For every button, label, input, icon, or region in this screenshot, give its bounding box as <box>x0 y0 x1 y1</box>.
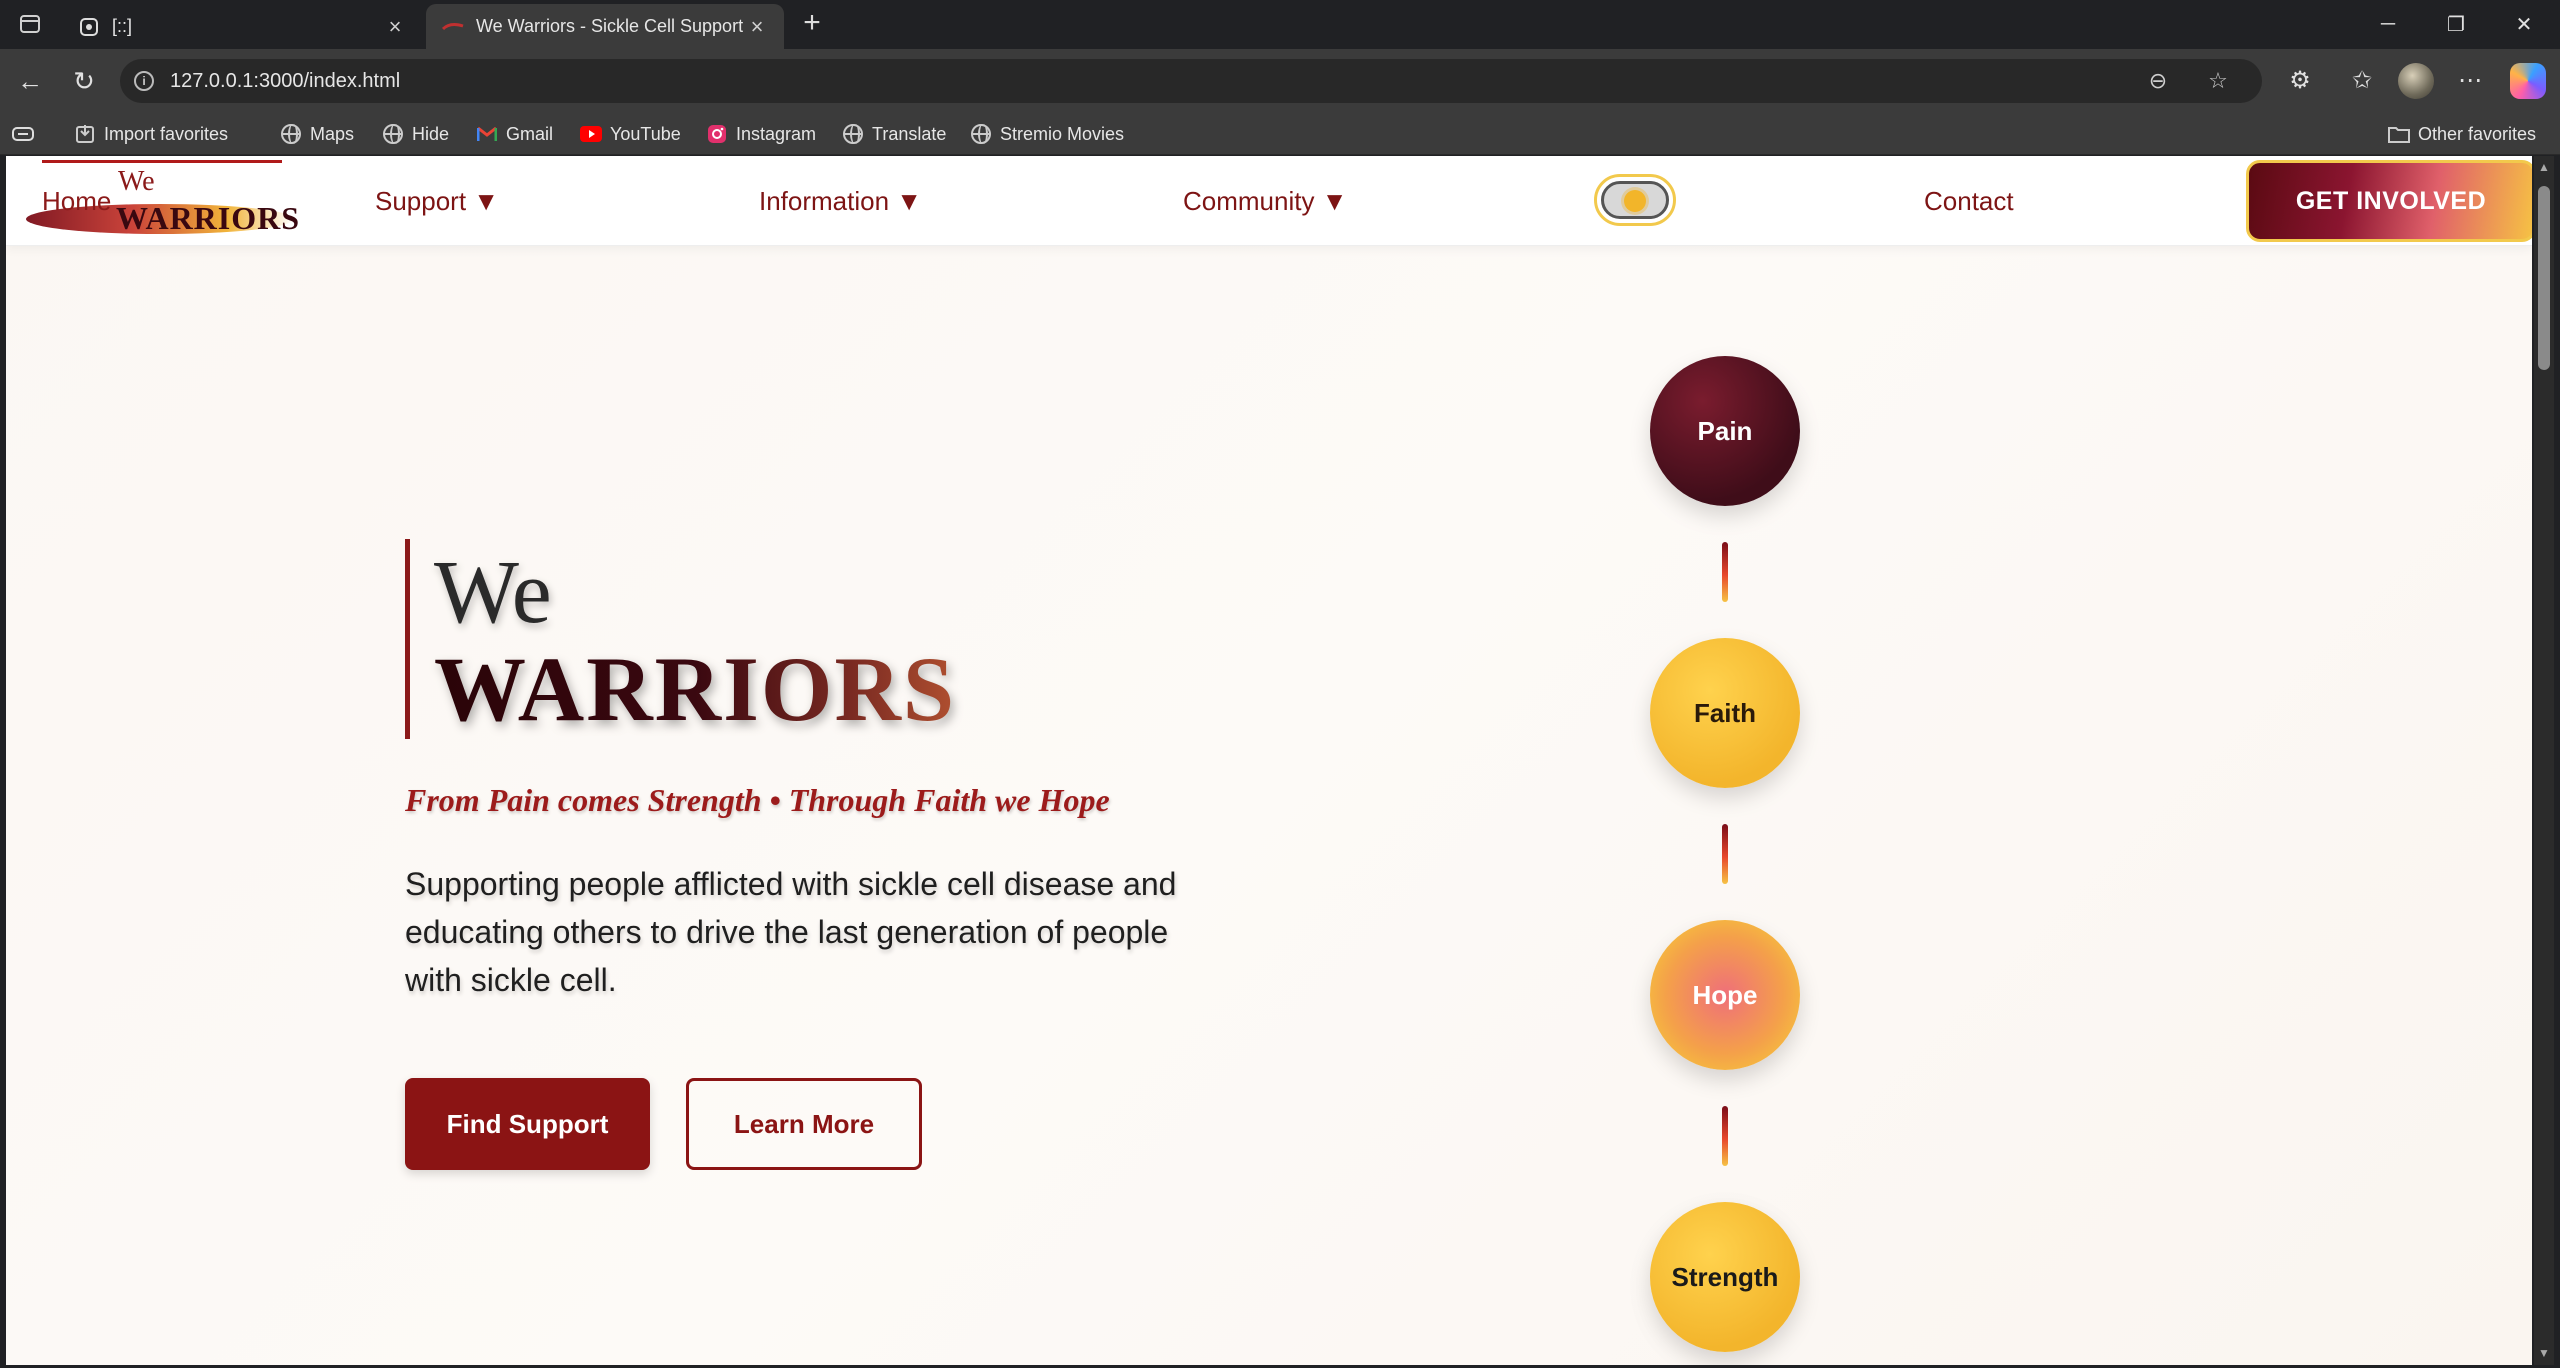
bookmarks-bar: Import favorites Maps Hide Gmail YouTube… <box>0 113 2560 155</box>
tab-actions-icon[interactable] <box>12 10 48 38</box>
close-tab-icon[interactable]: × <box>384 14 406 40</box>
tab-title: [::] <box>112 16 133 36</box>
bookmark-label: Import favorites <box>104 123 229 144</box>
logo-we-text: We <box>118 166 155 197</box>
we-warriors-favicon-icon <box>442 16 464 38</box>
page-viewport: We WARRIORS Home Support ▼ Information ▼… <box>6 156 2532 1365</box>
bookmark-label: Hide <box>412 123 450 144</box>
restore-icon[interactable]: ❐ <box>2422 0 2490 49</box>
minimize-icon[interactable]: ─ <box>2354 0 2422 49</box>
nav-contact-link[interactable]: Contact <box>1924 186 2014 217</box>
hero-accent-bar <box>405 539 410 739</box>
nav-community-dropdown[interactable]: Community ▼ <box>1183 186 1347 217</box>
browser-toolbar: ← ↻ i 127.0.0.1:3000/index.html ⊖ ☆ ⚙ ✩ … <box>0 49 2560 113</box>
find-support-button[interactable]: Find Support <box>405 1078 650 1170</box>
close-tab-icon[interactable]: × <box>746 14 768 40</box>
get-involved-button[interactable]: GET INVOLVED <box>2246 160 2532 242</box>
address-bar[interactable]: i 127.0.0.1:3000/index.html ⊖ ☆ <box>120 59 2262 103</box>
hero-title-we: We <box>434 543 552 642</box>
bookmark-label: Stremio Movies <box>1000 123 1125 144</box>
tab-local[interactable]: [::] × <box>62 4 422 49</box>
globe-icon <box>382 123 404 145</box>
folder-icon <box>2388 123 2410 145</box>
reload-icon[interactable]: ↻ <box>68 65 100 97</box>
close-window-icon[interactable]: ✕ <box>2490 0 2558 49</box>
sidebar-toggle-icon[interactable] <box>12 119 34 149</box>
globe-icon <box>970 123 992 145</box>
tab-title: We Warriors - Sickle Cell Support <box>476 16 744 36</box>
journey-pain-circle: Pain <box>1650 356 1800 506</box>
profile-avatar[interactable] <box>2398 63 2434 99</box>
scroll-down-icon[interactable]: ▼ <box>2537 1346 2551 1360</box>
copilot-icon[interactable] <box>2510 63 2546 99</box>
browser-tab-strip: [::] × We Warriors - Sickle Cell Support… <box>0 0 2560 49</box>
more-options-icon[interactable]: ⋯ <box>2454 65 2486 97</box>
learn-more-button[interactable]: Learn More <box>686 1078 922 1170</box>
favorites-icon[interactable]: ✩ <box>2346 65 2378 97</box>
import-icon <box>74 123 96 145</box>
bookmark-label: Maps <box>310 123 355 144</box>
extensions-icon[interactable]: ⚙ <box>2284 65 2316 97</box>
nav-information-dropdown[interactable]: Information ▼ <box>759 186 922 217</box>
bookmark-gmail[interactable]: Gmail <box>476 119 553 149</box>
journey-faith-circle: Faith <box>1650 638 1800 788</box>
site-info-icon[interactable]: i <box>134 71 154 91</box>
hero-title-warriors: WARRIORS <box>434 638 957 740</box>
journey-connector <box>1722 1106 1728 1166</box>
globe-icon <box>842 123 864 145</box>
bookmark-stremio-movies[interactable]: Stremio Movies <box>970 119 1124 149</box>
theme-toggle[interactable] <box>1594 174 1676 226</box>
bookmark-label: Gmail <box>506 123 554 144</box>
youtube-icon <box>580 123 602 145</box>
bookmark-import-favorites[interactable]: Import favorites <box>74 119 228 149</box>
reader-mode-icon[interactable]: ⊖ <box>2142 65 2174 97</box>
theme-toggle-track <box>1601 181 1669 219</box>
bookmark-youtube[interactable]: YouTube <box>580 119 681 149</box>
tab-we-warriors[interactable]: We Warriors - Sickle Cell Support × <box>426 4 784 49</box>
bookmark-label: Translate <box>872 123 947 144</box>
other-favorites[interactable]: Other favorites <box>2388 119 2536 149</box>
bookmark-instagram[interactable]: Instagram <box>706 119 816 149</box>
gmail-icon <box>476 123 498 145</box>
bookmark-hide[interactable]: Hide <box>382 119 449 149</box>
instagram-icon <box>706 123 728 145</box>
bookmark-translate[interactable]: Translate <box>842 119 946 149</box>
bookmark-label: Instagram <box>736 123 817 144</box>
scrollbar-thumb[interactable] <box>2538 186 2550 370</box>
other-favorites-label: Other favorites <box>2418 123 2537 144</box>
back-icon[interactable]: ← <box>14 65 46 97</box>
globe-icon <box>280 123 302 145</box>
logo-warriors-text: WARRIORS <box>116 200 301 236</box>
nav-support-dropdown[interactable]: Support ▼ <box>375 186 499 217</box>
journey-strength-circle: Strength <box>1650 1202 1800 1352</box>
tab-favicon-icon <box>78 16 100 38</box>
bookmark-label: YouTube <box>610 123 681 144</box>
journey-hope-circle: Hope <box>1650 920 1800 1070</box>
bookmark-maps[interactable]: Maps <box>280 119 354 149</box>
url-text[interactable]: 127.0.0.1:3000/index.html <box>170 70 2142 93</box>
site-navbar: We WARRIORS Home Support ▼ Information ▼… <box>6 156 2532 246</box>
hero-tagline: From Pain comes Strength • Through Faith… <box>405 782 1110 818</box>
new-tab-button[interactable]: + <box>796 8 828 40</box>
favorite-star-icon[interactable]: ☆ <box>2202 65 2234 97</box>
journey-connector <box>1722 824 1728 884</box>
sun-icon <box>1624 190 1646 212</box>
scroll-up-icon[interactable]: ▲ <box>2537 160 2551 174</box>
page-scrollbar[interactable]: ▲ ▼ <box>2534 156 2554 1365</box>
nav-home-link[interactable]: Home <box>42 186 111 217</box>
hero-description: Supporting people afflicted with sickle … <box>405 866 1177 998</box>
journey-connector <box>1722 542 1728 602</box>
